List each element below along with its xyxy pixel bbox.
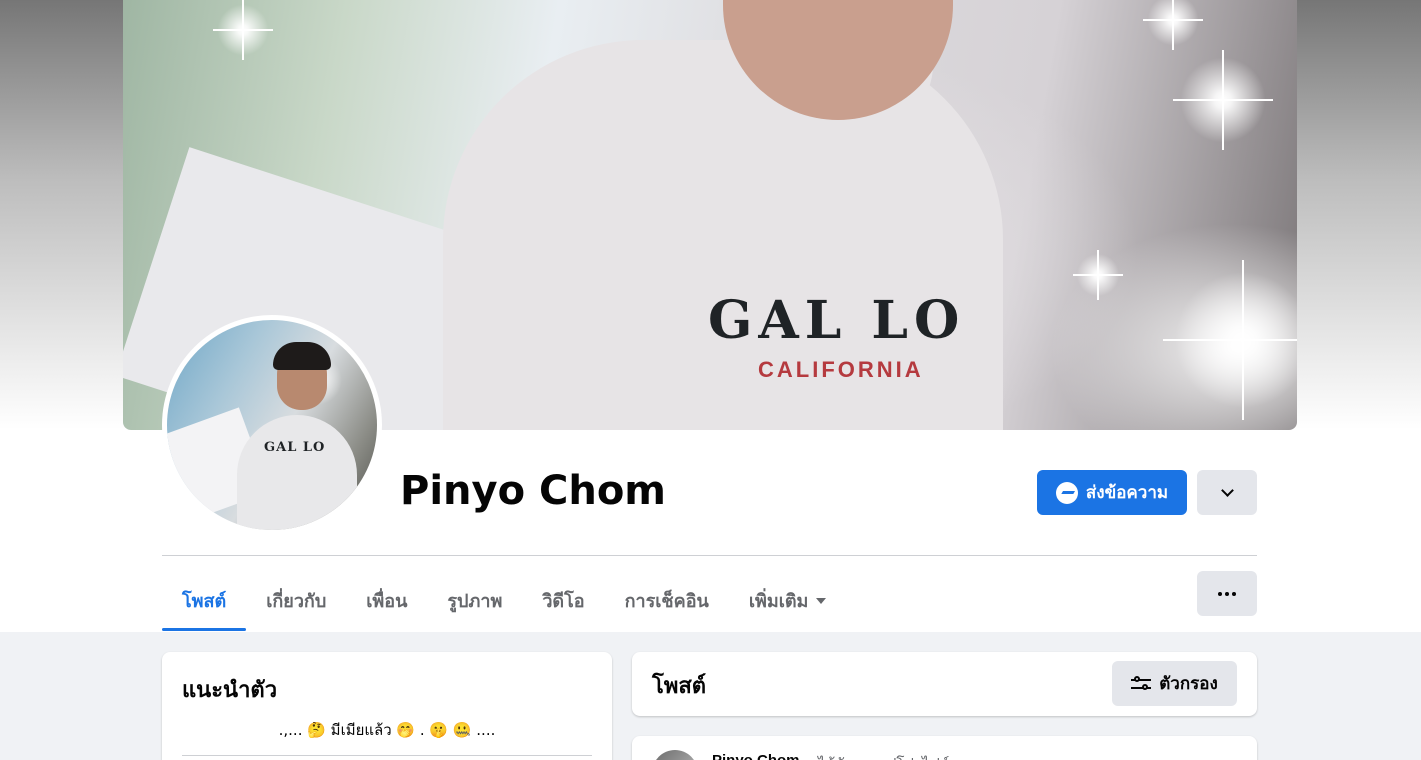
tab-posts[interactable]: โพสต์ [162,570,247,631]
tab-videos[interactable]: วิดีโอ [522,570,604,631]
chevron-down-icon [1220,484,1234,497]
more-options-button[interactable] [1197,571,1257,616]
intro-bio: .,... 🤔 มีเมียแล้ว 🤭 . 🤫 🤐 .... [278,721,496,739]
tab-more[interactable]: เพิ่มเติม [729,570,847,631]
posts-title: โพสต์ [652,674,707,699]
tab-friends[interactable]: เพื่อน [346,570,427,631]
filter-button[interactable]: ตัวกรอง [1112,661,1237,706]
caret-down-icon [816,597,827,604]
send-message-button[interactable]: ส่งข้อความ [1037,470,1187,515]
intro-title: แนะนำตัว [182,678,278,703]
messenger-icon [1055,481,1078,504]
sliders-icon [1131,675,1152,692]
profile-tabs: โพสต์ เกี่ยวกับ เพื่อน รูปภาพ วิดีโอ การ… [162,570,846,631]
tab-more-label: เพิ่มเติม [748,591,809,612]
post-author-name[interactable]: Pinyo Chom [712,752,800,760]
avatar-shirt-print: GAL LO [264,440,326,455]
tab-about-label: เกี่ยวกับ [266,591,327,612]
post-item: Pinyo Chom ได้อัพเดตรูปโปรไฟล์ [632,736,1257,760]
more-horizontal-icon [1218,591,1236,596]
profile-picture[interactable]: GAL LO [162,315,382,535]
avatar: GAL LO [167,320,377,530]
tab-photos[interactable]: รูปภาพ [427,570,522,631]
post-action-text: ได้อัพเดตรูปโปรไฟล์ [818,752,949,760]
tab-videos-label: วิดีโอ [542,591,585,612]
cover-shirt-subprint: CALIFORNIA [758,357,924,382]
header-divider [162,555,1257,556]
intro-divider [182,755,592,756]
tab-posts-label: โพสต์ [182,591,227,612]
tab-check-ins-label: การเช็คอิน [624,591,709,612]
intro-card: แนะนำตัว .,... 🤔 มีเมียแล้ว 🤭 . 🤫 🤐 .... [162,652,612,760]
posts-header-card: โพสต์ ตัวกรอง [632,652,1257,716]
tab-friends-label: เพื่อน [366,591,408,612]
tab-check-ins[interactable]: การเช็คอิน [605,570,729,631]
send-message-label: ส่งข้อความ [1085,483,1169,502]
profile-name: Pinyo Chom [400,468,666,514]
filter-label: ตัวกรอง [1159,674,1218,694]
tab-photos-label: รูปภาพ [447,591,503,612]
tab-about[interactable]: เกี่ยวกับ [246,570,346,631]
cover-shirt-print: GAL LO [708,290,966,351]
post-author-avatar[interactable] [652,750,698,760]
profile-options-dropdown-button[interactable] [1197,470,1257,515]
